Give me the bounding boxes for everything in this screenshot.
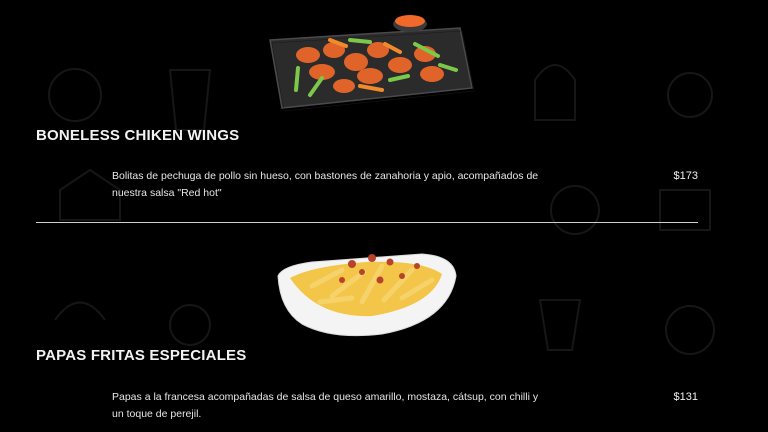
item-description: Papas a la francesa acompañadas de salsa… <box>112 391 539 420</box>
item-price: $131 <box>673 391 698 403</box>
menu-item-papas-fritas: PAPAS FRITAS ESPECIALES Papas a la franc… <box>0 0 768 432</box>
item-title: PAPAS FRITAS ESPECIALES <box>36 347 247 364</box>
fries-in-white-bowl-image <box>277 253 457 337</box>
